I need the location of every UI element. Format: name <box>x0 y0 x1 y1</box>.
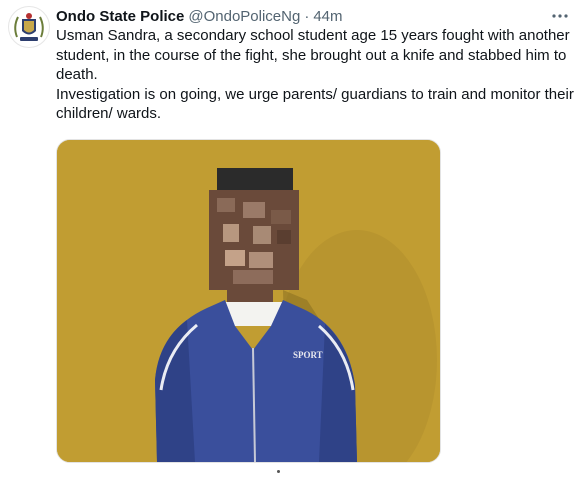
tweet-text: Usman Sandra, a secondary school student… <box>56 26 576 124</box>
more-options-button[interactable] <box>545 4 575 28</box>
timestamp[interactable]: 44m <box>313 8 342 25</box>
tweet-paragraph-2: Investigation is on going, we urge paren… <box>56 85 574 123</box>
tweet-paragraph-1: Usman Sandra, a secondary school student… <box>56 27 570 84</box>
tweet-card[interactable]: Ondo State Police @OndoPoliceNg · 44m Us… <box>0 0 582 478</box>
author-avatar[interactable] <box>8 6 50 48</box>
police-crest-icon <box>10 8 48 46</box>
tweet-photo[interactable]: SPORT <box>56 139 441 463</box>
separator-dot: · <box>304 7 310 25</box>
jacket-print: SPORT <box>293 350 323 360</box>
author-handle[interactable]: @OndoPoliceNg <box>188 8 300 25</box>
photo-image: SPORT <box>57 140 440 462</box>
scroll-indicator <box>277 470 280 473</box>
more-options-icon <box>552 14 568 18</box>
author-name[interactable]: Ondo State Police <box>56 8 184 25</box>
tweet-header: Ondo State Police @OndoPoliceNg · 44m <box>56 6 343 26</box>
